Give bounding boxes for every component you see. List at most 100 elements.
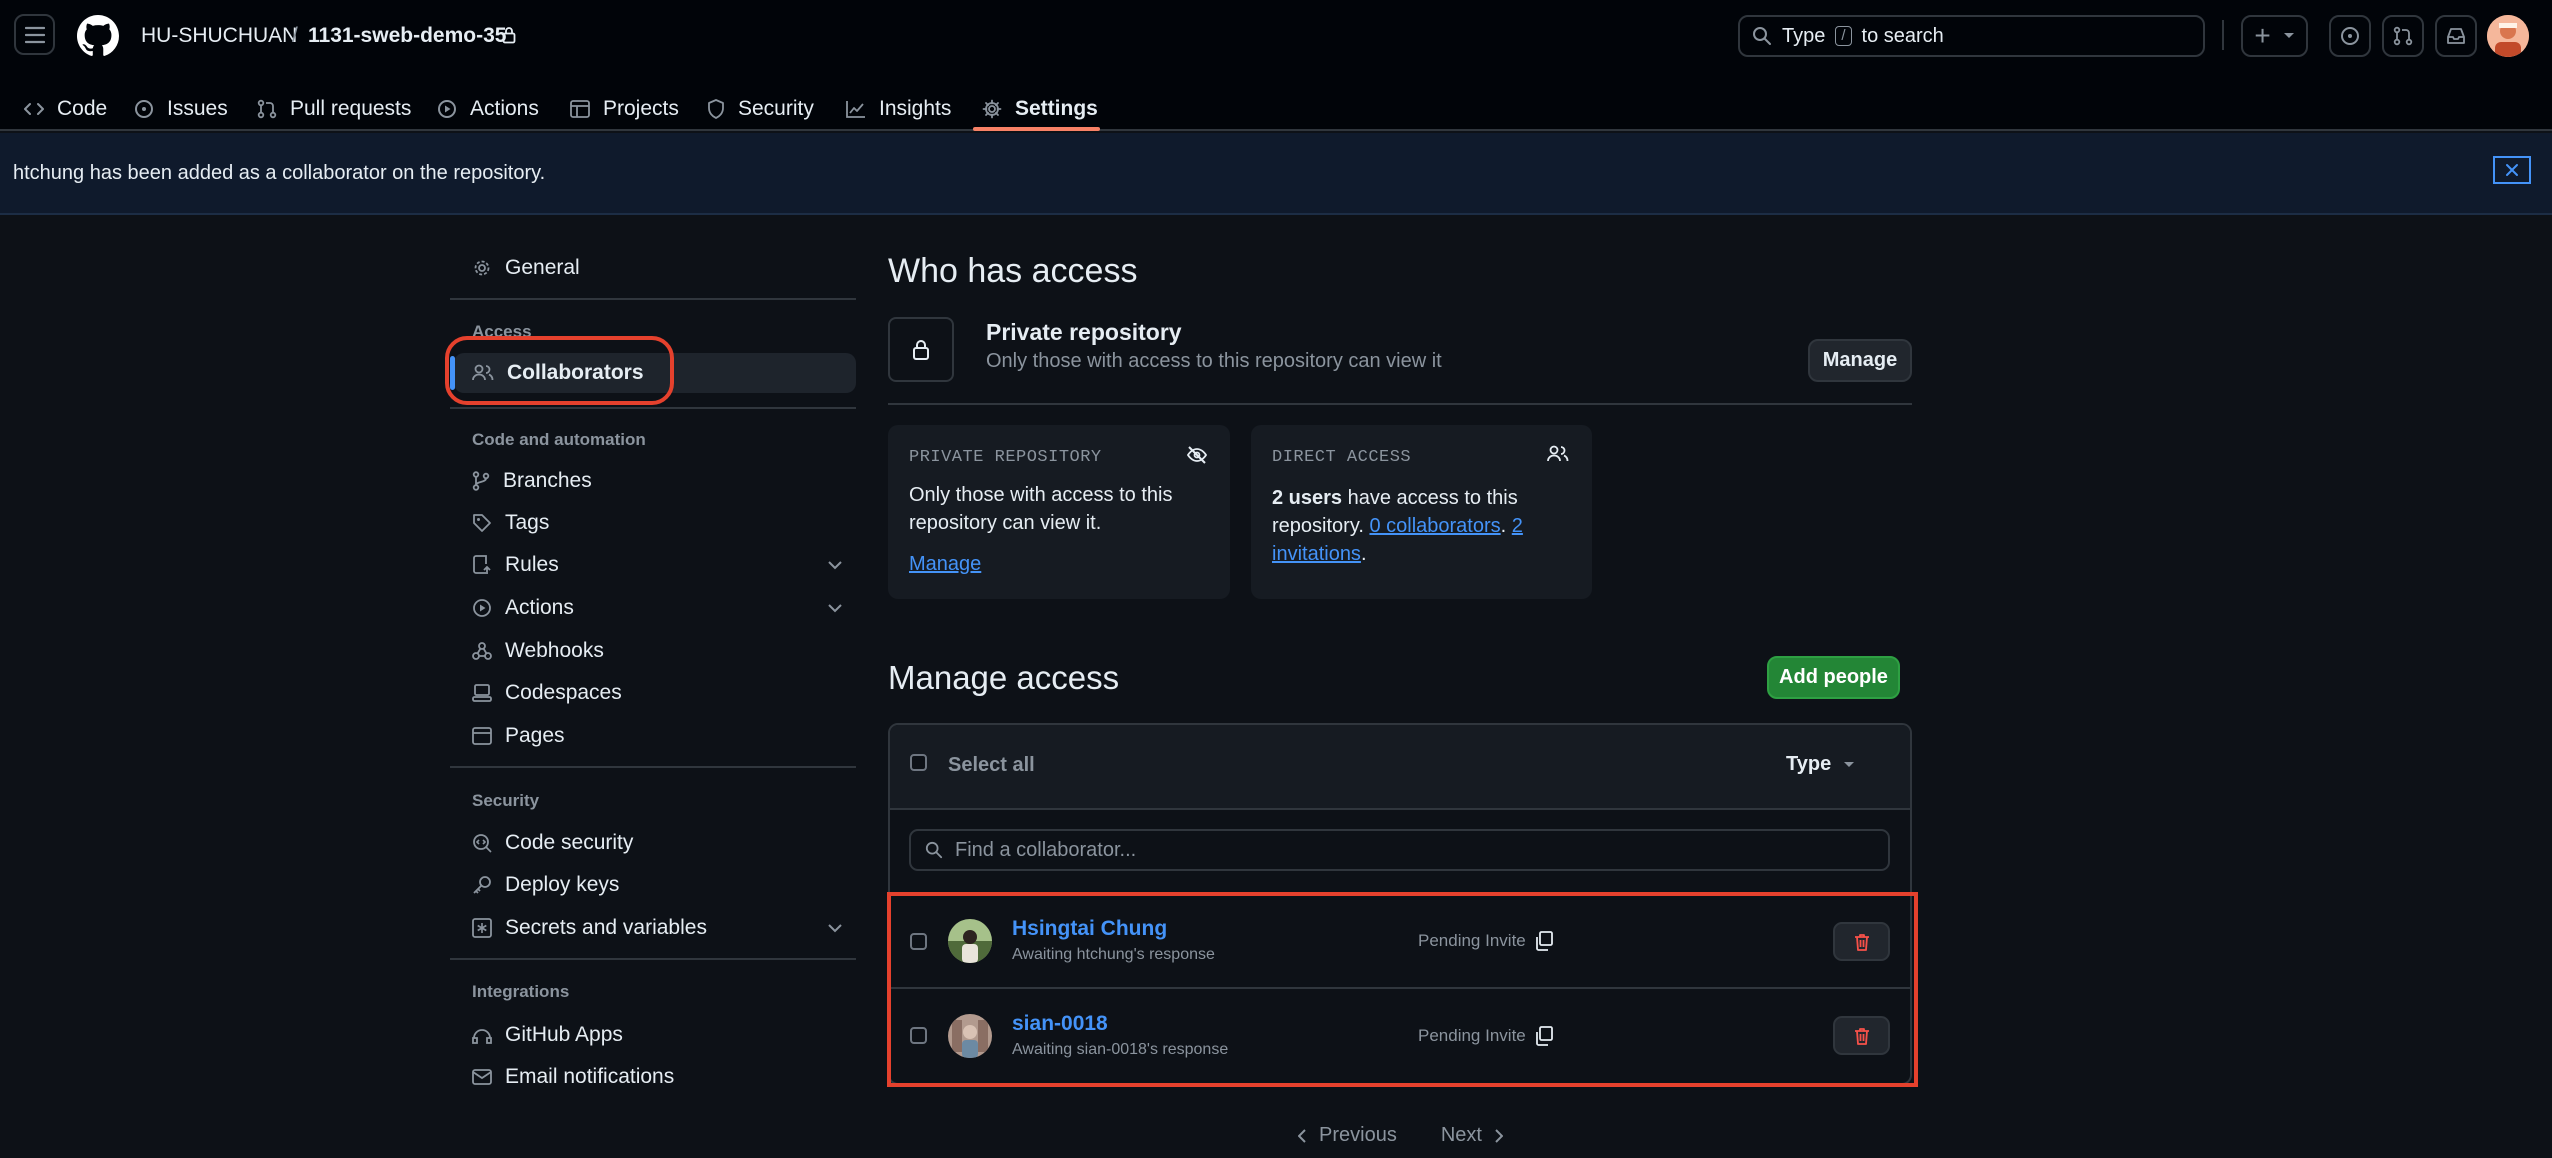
- sidebar-item-label: Pages: [505, 724, 565, 747]
- inbox-icon: [2447, 28, 2465, 44]
- notifications-button[interactable]: [2435, 15, 2477, 57]
- tab-insights[interactable]: Insights: [846, 86, 951, 132]
- search-prefix: Type: [1782, 24, 1826, 47]
- tab-issues[interactable]: Issues: [134, 86, 228, 132]
- sidebar-item-label: Rules: [505, 553, 559, 576]
- page-title: Who has access: [888, 252, 1138, 290]
- users-count: 2 users: [1272, 487, 1343, 509]
- tab-settings[interactable]: Settings: [982, 86, 1098, 132]
- header-divider: [2222, 20, 2224, 50]
- invitations-link[interactable]: invitations: [1272, 543, 1361, 565]
- pull-requests-button[interactable]: [2382, 15, 2424, 57]
- sidebar-item-branches[interactable]: Branches: [454, 461, 856, 501]
- sidebar-item-label: GitHub Apps: [505, 1023, 623, 1046]
- tab-code-label: Code: [57, 97, 108, 120]
- sidebar-item-label: Webhooks: [505, 639, 604, 662]
- key-icon: [473, 876, 491, 894]
- sidebar-item-code-security[interactable]: Code security: [454, 823, 856, 863]
- tab-actions[interactable]: Actions: [437, 86, 539, 132]
- flash-notice: htchung has been added as a collaborator…: [0, 133, 2552, 215]
- github-logo-icon[interactable]: [77, 15, 119, 57]
- tab-projects-label: Projects: [603, 97, 679, 120]
- sidebar-heading-security: Security: [472, 791, 540, 810]
- previous-label: Previous: [1319, 1124, 1397, 1146]
- hamburger-icon: [24, 26, 45, 43]
- card-text-line-2: repository can view it.: [909, 512, 1102, 534]
- caret-down-icon: [2283, 33, 2294, 38]
- shield-icon: [708, 99, 724, 119]
- user-avatar[interactable]: [2487, 15, 2529, 57]
- sidebar-item-tags[interactable]: Tags: [454, 503, 856, 543]
- sidebar-divider: [450, 958, 856, 960]
- tab-pull-requests[interactable]: Pull requests: [257, 86, 411, 132]
- sidebar-item-github-apps[interactable]: GitHub Apps: [454, 1015, 856, 1055]
- next-label: Next: [1440, 1124, 1482, 1146]
- punctuation: .: [1500, 515, 1507, 537]
- codespaces-icon: [472, 684, 492, 702]
- tab-code[interactable]: Code: [24, 86, 107, 132]
- gear-icon: [982, 99, 1002, 119]
- sidebar-heading-code-automation: Code and automation: [472, 430, 646, 449]
- tab-security[interactable]: Security: [707, 86, 814, 132]
- people-icon: [1547, 445, 1569, 462]
- sidebar-item-label: Tags: [505, 511, 550, 534]
- select-all-checkbox[interactable]: [910, 754, 927, 771]
- flash-message: htchung has been added as a collaborator…: [13, 162, 546, 184]
- repo-push-icon: [473, 555, 491, 574]
- breadcrumb-separator: /: [292, 24, 298, 47]
- sidebar-item-label: Deploy keys: [505, 873, 620, 896]
- mail-icon: [472, 1069, 492, 1085]
- sidebar-item-label: Code security: [505, 831, 634, 854]
- apps-icon: [472, 1029, 492, 1044]
- owner-link[interactable]: HU-SHUCHUAN: [141, 24, 297, 48]
- sidebar-item-deploy-keys[interactable]: Deploy keys: [454, 865, 856, 905]
- menu-button[interactable]: [14, 14, 55, 55]
- search-icon: [925, 841, 943, 859]
- search-icon: [1753, 27, 1771, 45]
- chevron-down-icon: [828, 603, 842, 612]
- search-input[interactable]: Type / to search: [1738, 15, 2205, 57]
- caret-down-icon: [1844, 762, 1855, 767]
- select-all-label[interactable]: Select all: [948, 754, 1035, 777]
- sidebar-item-label: Email notifications: [505, 1065, 675, 1088]
- tab-pull-requests-label: Pull requests: [290, 97, 412, 120]
- issue-opened-icon: [2341, 27, 2359, 45]
- webhook-icon: [472, 642, 492, 660]
- sidebar-item-actions[interactable]: Actions: [454, 588, 856, 628]
- sidebar-item-label: General: [505, 256, 580, 279]
- issues-button[interactable]: [2329, 15, 2371, 57]
- close-icon: [2506, 164, 2518, 176]
- direct-access-text: 2 users have access to this repository. …: [1272, 484, 1572, 568]
- sidebar-item-codespaces[interactable]: Codespaces: [454, 673, 856, 713]
- tab-projects[interactable]: Projects: [570, 86, 679, 132]
- sidebar-item-rules[interactable]: Rules: [454, 545, 856, 585]
- manage-visibility-button[interactable]: Manage: [1808, 339, 1912, 382]
- flash-close-button[interactable]: [2493, 156, 2531, 184]
- add-people-button[interactable]: Add people: [1767, 656, 1900, 699]
- type-filter-dropdown[interactable]: Type: [1786, 753, 1855, 776]
- visibility-title: Private repository: [986, 319, 1182, 345]
- private-card-manage-link[interactable]: Manage: [909, 553, 981, 576]
- sidebar-item-webhooks[interactable]: Webhooks: [454, 631, 856, 671]
- tag-icon: [473, 514, 491, 532]
- collaborators-link[interactable]: 0 collaborators: [1369, 515, 1500, 537]
- previous-page-button[interactable]: Previous: [1298, 1124, 1397, 1147]
- next-page-button[interactable]: Next: [1441, 1124, 1503, 1147]
- codescan-icon: [473, 834, 492, 853]
- invitations-count-link[interactable]: 2: [1512, 515, 1523, 537]
- find-collaborator-input[interactable]: Find a collaborator...: [909, 829, 1890, 871]
- sidebar-item-secrets[interactable]: Secrets and variables: [454, 908, 856, 948]
- box-header: [890, 725, 1910, 810]
- sidebar-item-email-notifications[interactable]: Email notifications: [454, 1057, 856, 1097]
- direct-text-2: repository.: [1272, 515, 1364, 537]
- code-icon: [24, 103, 44, 115]
- sidebar-item-pages[interactable]: Pages: [454, 716, 856, 756]
- search-suffix: to search: [1861, 24, 1944, 47]
- chevron-down-icon: [828, 560, 842, 569]
- annotation-pending-invites-highlight: [887, 892, 1918, 1087]
- create-new-button[interactable]: +: [2241, 15, 2308, 57]
- annotation-collaborators-highlight: [445, 336, 674, 405]
- sidebar-item-general[interactable]: General: [454, 248, 856, 288]
- tab-security-label: Security: [738, 97, 814, 120]
- repo-link[interactable]: 1131-sweb-demo-35: [308, 24, 506, 48]
